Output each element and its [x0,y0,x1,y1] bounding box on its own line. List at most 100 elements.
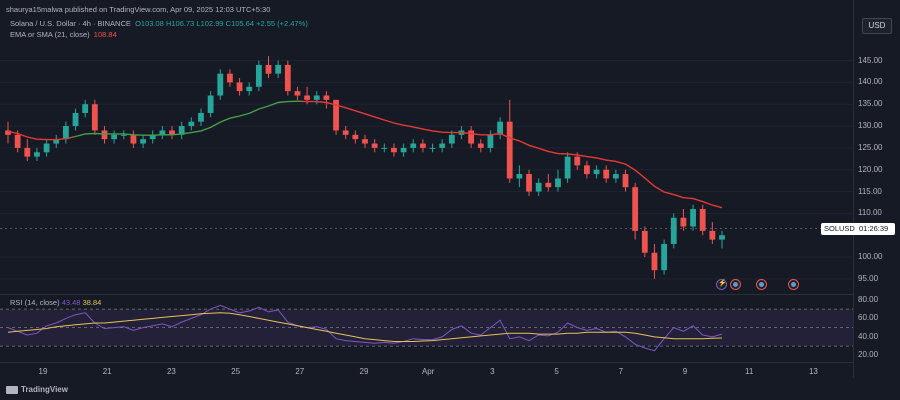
candle-body [14,134,21,148]
time-tick-label: 9 [682,367,688,376]
open-value: 103.08 [140,19,164,28]
rsi-ma-value: 38.84 [82,298,102,307]
candle-body [535,182,542,192]
candle-body [236,82,243,92]
time-tick-label: Apr [421,367,435,376]
time-tick-label: 19 [38,367,48,376]
candle-body [149,134,156,140]
candle-body [497,121,503,135]
candle-body [24,147,31,157]
price-tick-label: 115.00 [858,186,882,196]
candle-body [448,134,455,144]
rsi-tick-label: 40.00 [858,331,879,341]
published-line: shaurya15malwa published on TradingView.… [6,5,271,14]
candle-body [246,86,253,92]
candle-body [612,174,619,179]
candle-body [72,112,79,127]
tradingview-logo-icon [6,385,18,394]
candles [5,56,725,279]
time-axis-border [0,362,853,363]
time-tick-label: 7 [618,367,624,376]
rsi-tick-label: 20.00 [858,350,879,360]
candle-body [419,143,426,148]
candle-body [641,230,648,253]
candle-body [130,134,137,144]
time-tick-label: 29 [359,367,369,376]
candle-body [198,112,204,122]
ema-value: 108.84 [93,30,117,39]
currency-button[interactable]: USD [862,18,892,34]
candle-body [574,156,581,166]
price-tick-label: 110.00 [858,208,882,218]
tradingview-logo[interactable]: TradingView [6,385,68,394]
chart-canvas[interactable] [0,0,900,400]
event-flag-icon[interactable] [756,279,767,290]
candle-body [487,134,494,148]
price-tick-label: 120.00 [858,164,883,174]
candle-body [709,230,716,240]
candle-body [120,134,127,136]
candle-body [227,73,233,83]
candle-body [603,169,610,179]
ema-label[interactable]: EMA or SMA (21, close) [10,30,90,39]
time-tick-label: 11 [745,367,754,376]
rsi-ma-line [7,312,723,342]
candle-body [34,152,40,157]
price-tick-label: 95.00 [858,273,879,283]
rsi-tick-label: 80.00 [858,294,879,304]
candle-body [188,121,195,127]
price-tick-label: 130.00 [858,121,883,131]
candle-body [545,182,552,188]
change-value: +2.55 (+2.47%) [256,19,308,28]
time-tick-label: 13 [808,367,818,376]
symbol-title[interactable]: Solana / U.S. Dollar · 4h · BINANCE [10,19,131,28]
candle-body [506,121,513,179]
candle-body [719,235,725,240]
candle-body [564,156,571,179]
candle-body [111,134,118,140]
ema-line [7,100,723,209]
candle-body [651,252,658,271]
candle-body [362,139,368,144]
candle-body [429,147,436,149]
price-tick-label: 140.00 [858,77,883,87]
time-tick-label: 23 [166,367,176,376]
candle-body [381,147,388,149]
candle-body [294,91,301,96]
candle-body [458,130,465,135]
candle-body [217,73,224,96]
event-flag-icon[interactable] [788,279,799,290]
rsi-legend: RSI (14, close) 43.48 38.84 [10,298,101,307]
candle-body [661,243,668,271]
candle-body [91,104,98,131]
candle-body [477,143,484,148]
candle-body [699,209,706,231]
event-flag-icon[interactable] [730,279,741,290]
logo-text: TradingView [21,385,68,394]
candle-body [140,139,146,144]
current-price-tag: SOLUSD 01:26:39 [821,222,895,235]
time-tick-label: 3 [490,367,495,376]
rsi-fill [0,309,853,347]
candle-body [53,139,60,144]
chart-legend: Solana / U.S. Dollar · 4h · BINANCE O103… [10,18,308,40]
candle-body [62,126,69,140]
flash-event-icon[interactable] [716,279,727,290]
candle-body [622,174,629,188]
candle-body [526,174,532,192]
candle-body [371,143,378,148]
pane-separator[interactable] [0,294,853,295]
candle-body [313,95,320,100]
price-axis-border [853,0,854,378]
candle-body [333,99,339,131]
rsi-label[interactable]: RSI (14, close) [10,298,60,307]
time-tick-label: 27 [295,367,305,376]
candle-body [5,130,11,135]
candle-body [391,147,397,153]
candle-body [43,143,50,153]
candle-body [169,130,175,135]
close-value: 105.64 [231,19,255,28]
time-tick-label: 21 [102,367,112,376]
candle-body [304,95,311,100]
high-value: 106.73 [171,19,195,28]
